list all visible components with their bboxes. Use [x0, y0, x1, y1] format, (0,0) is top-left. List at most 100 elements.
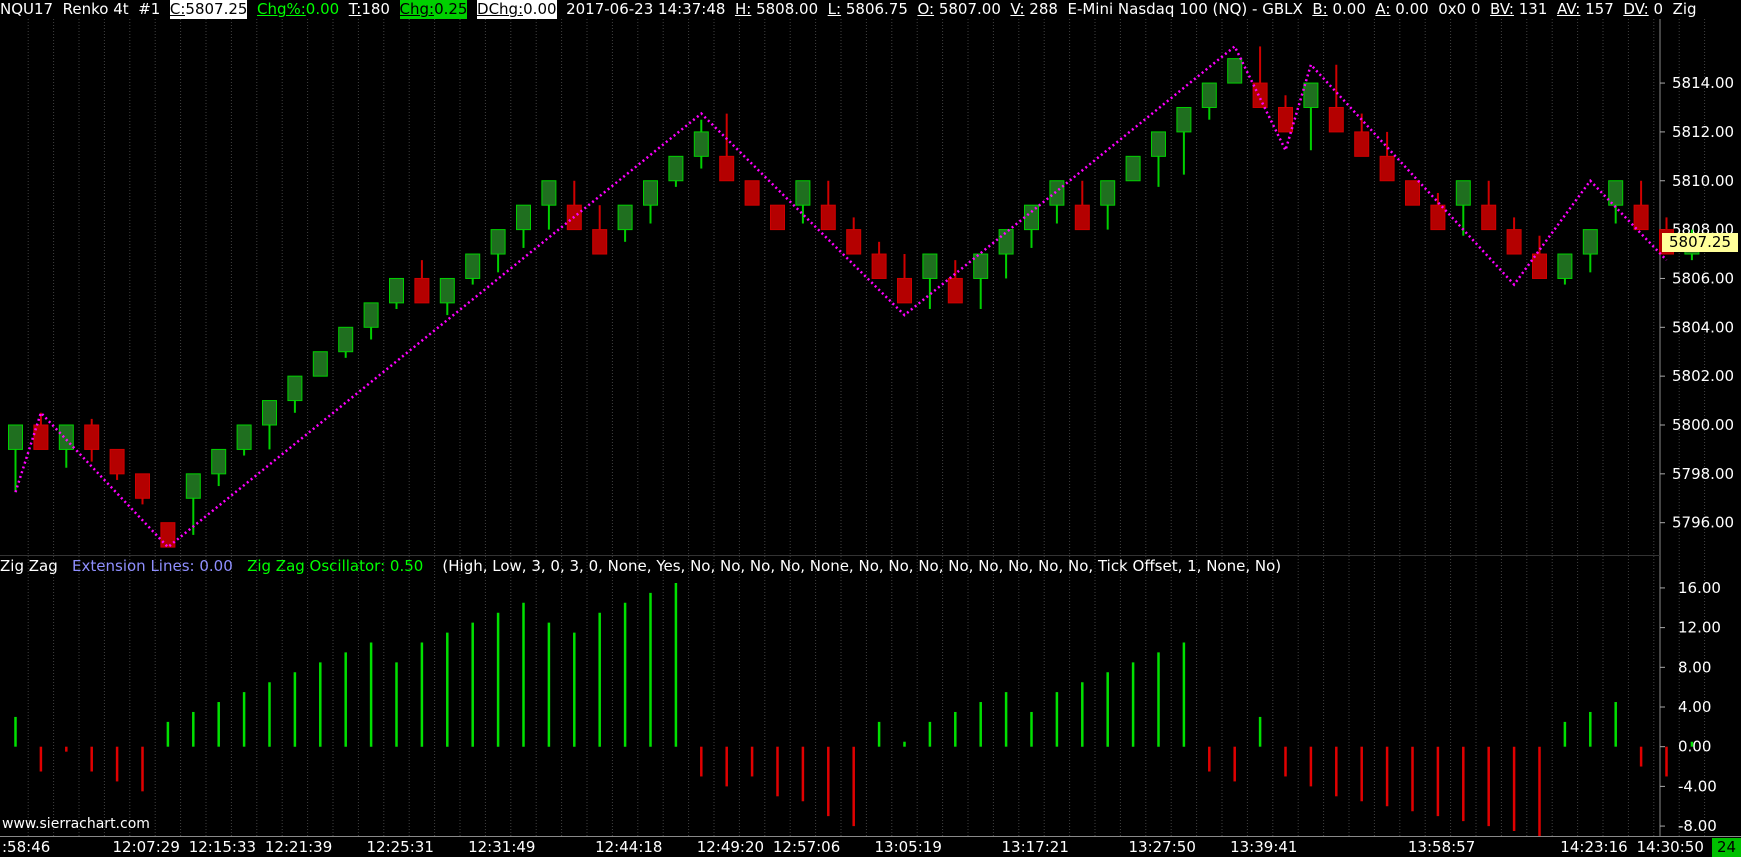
- candle-body: [236, 424, 252, 450]
- current-price-badge: 5807.25: [1662, 233, 1738, 252]
- oscillator-axis-label: -4.00: [1678, 777, 1717, 795]
- candle-body: [897, 277, 912, 304]
- time-axis-label: 12:21:39: [265, 838, 332, 856]
- candle-body: [998, 229, 1014, 255]
- candle-body: [770, 204, 785, 231]
- candle-body: [643, 180, 658, 206]
- candle-body: [1379, 155, 1395, 182]
- oscillator-axis-label: 8.00: [1678, 658, 1711, 676]
- time-axis-label: 12:15:33: [189, 838, 256, 856]
- oscillator-axis-label: 4.00: [1678, 698, 1711, 716]
- indicator-name: Zig Zag: [0, 557, 58, 575]
- candle-body: [947, 277, 963, 304]
- candle-body: [1278, 106, 1293, 133]
- time-axis-label: 14:30:50: [1637, 838, 1704, 856]
- price-axis-label: 5814.00: [1672, 74, 1734, 92]
- time-axis-label: 13:58:57: [1408, 838, 1475, 856]
- candle-body: [465, 253, 481, 279]
- candle-body: [1481, 204, 1497, 231]
- price-axis-label: 5806.00: [1672, 269, 1734, 287]
- indicator-header: Zig Zag Extension Lines: 0.00 Zig Zag Os…: [0, 557, 1281, 576]
- candle-body: [8, 424, 23, 450]
- time-axis-label: 13:27:50: [1129, 838, 1196, 856]
- candle-body: [592, 229, 608, 255]
- bottom-right-badge: 24: [1712, 838, 1741, 857]
- candle-body: [58, 424, 74, 450]
- time-axis-label: 12:44:18: [595, 838, 662, 856]
- candle-body: [1049, 180, 1065, 206]
- candle-body: [262, 400, 277, 426]
- price-axis-label: 5812.00: [1672, 123, 1734, 141]
- candle-body: [338, 326, 354, 353]
- candle-body: [1201, 82, 1217, 108]
- candle-body: [516, 204, 531, 231]
- candle-body: [693, 131, 709, 157]
- time-axis-label: 12:25:31: [367, 838, 434, 856]
- candle-body: [744, 180, 760, 206]
- price-axis-label: 5796.00: [1672, 514, 1734, 532]
- price-chart[interactable]: 5814.005812.005810.005808.005806.005804.…: [0, 0, 1741, 857]
- candle-body: [846, 229, 862, 255]
- candle-body: [973, 253, 989, 279]
- candle-body: [1303, 82, 1319, 108]
- candle-body: [1582, 229, 1598, 255]
- candle-body: [312, 351, 328, 377]
- candle-body: [84, 424, 100, 450]
- candle-body: [1354, 131, 1370, 157]
- candle-body: [185, 473, 201, 499]
- candle-body: [135, 473, 150, 499]
- candle-body: [1430, 204, 1446, 231]
- price-axis-label: 5800.00: [1672, 416, 1734, 434]
- time-axis-label: 12:57:06: [773, 838, 840, 856]
- candle-body: [414, 277, 430, 304]
- candle-body: [439, 277, 455, 304]
- candle-body: [490, 229, 506, 255]
- candle-body: [922, 253, 938, 279]
- candle-body: [1227, 58, 1243, 84]
- candle-body: [1455, 180, 1471, 206]
- candle-body: [1176, 106, 1192, 133]
- price-axis-label: 5798.00: [1672, 465, 1734, 483]
- time-axis-label: :58:46: [2, 838, 50, 856]
- candle-body: [541, 180, 557, 206]
- candle-body: [1074, 204, 1090, 231]
- candle-body: [287, 375, 303, 402]
- candle-body: [820, 204, 836, 231]
- time-axis-label: 14:23:16: [1560, 838, 1627, 856]
- candle-body: [1557, 253, 1573, 279]
- price-axis-label: 5802.00: [1672, 367, 1734, 385]
- candle-body: [1506, 229, 1522, 255]
- candle-body: [109, 448, 125, 475]
- indicator-params: (High, Low, 3, 0, 3, 0, None, Yes, No, N…: [442, 557, 1282, 575]
- candle-body: [795, 180, 811, 206]
- candle-body: [1125, 155, 1141, 182]
- candle-body: [1252, 82, 1268, 108]
- oscillator-axis-label: 12.00: [1678, 619, 1721, 637]
- candle-body: [1328, 106, 1344, 133]
- time-axis-label: 12:07:29: [113, 838, 180, 856]
- candle-body: [871, 253, 887, 279]
- price-axis-label: 5810.00: [1672, 172, 1734, 190]
- candle-body: [363, 302, 379, 328]
- time-axis-label: 12:31:49: [468, 838, 535, 856]
- candle-body: [719, 155, 735, 182]
- candle-body: [160, 522, 176, 548]
- extension-lines-label: Extension Lines: 0.00: [72, 557, 233, 575]
- oscillator-label: Zig Zag Oscillator: 0.50: [247, 557, 424, 575]
- candle-body: [1608, 180, 1624, 206]
- candle-body: [389, 277, 404, 304]
- candle-body: [211, 448, 227, 475]
- time-axis-label: 13:05:19: [875, 838, 942, 856]
- time-axis-label: 13:17:21: [1002, 838, 1069, 856]
- candle-body: [1405, 180, 1420, 206]
- oscillator-axis-label: -8.00: [1678, 817, 1717, 835]
- oscillator-axis-label: 16.00: [1678, 579, 1721, 597]
- price-axis-label: 5804.00: [1672, 318, 1734, 336]
- candle-body: [1151, 131, 1166, 157]
- candle-body: [1100, 180, 1116, 206]
- time-axis-label: 12:49:20: [697, 838, 764, 856]
- candle-body: [1633, 204, 1649, 231]
- oscillator-axis-label: 0.00: [1678, 738, 1711, 756]
- candle-body: [668, 155, 684, 182]
- watermark: www.sierrachart.com: [2, 816, 150, 832]
